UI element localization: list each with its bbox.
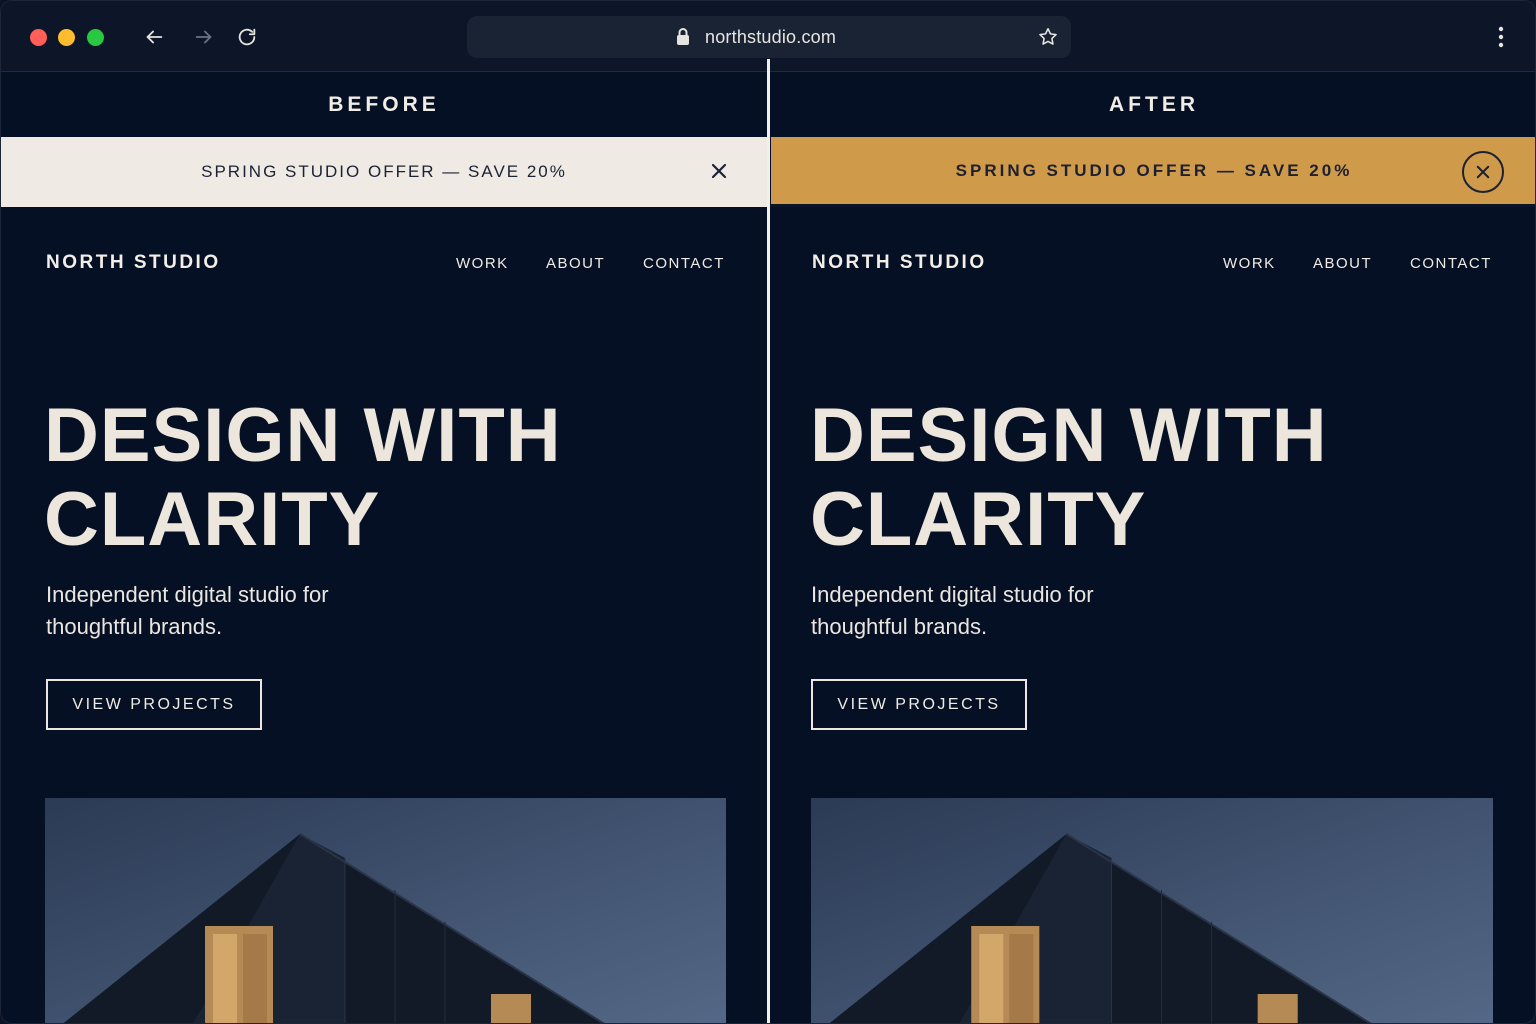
nav-link-about[interactable]: ABOUT — [1313, 255, 1372, 272]
window-minimize-button[interactable] — [58, 29, 75, 46]
hero-subtitle: Independent digital studio for thoughtfu… — [811, 582, 1094, 639]
lock-icon — [677, 28, 689, 45]
promo-banner: SPRING STUDIO OFFER — SAVE 20% — [1, 137, 767, 207]
nav-link-contact[interactable]: CONTACT — [1410, 255, 1492, 272]
nav-link-work[interactable]: WORK — [456, 255, 509, 272]
promo-banner-text: SPRING STUDIO OFFER — SAVE 20% — [955, 160, 1353, 180]
arrow-right-icon — [195, 30, 212, 44]
view-projects-button[interactable]: VIEW PROJECTS — [46, 679, 262, 730]
after-label: AFTER — [1109, 92, 1199, 116]
hero-title-line2: CLARITY — [810, 477, 1147, 562]
kebab-menu-icon[interactable] — [1489, 25, 1513, 49]
forward-button[interactable] — [190, 23, 218, 51]
star-icon[interactable] — [1037, 26, 1059, 48]
back-button[interactable] — [140, 23, 168, 51]
hero-title-line2: CLARITY — [44, 477, 381, 562]
reload-icon — [238, 28, 256, 46]
close-button[interactable] — [1462, 151, 1504, 193]
window-close-button[interactable] — [30, 29, 47, 46]
close-icon[interactable] — [707, 159, 731, 183]
after-pane: AFTER SPRING STUDIO OFFER — SAVE 20% NOR… — [771, 72, 1535, 1023]
hero-title-line1: DESIGN WITH — [44, 393, 562, 478]
nav-link-about[interactable]: ABOUT — [546, 255, 605, 272]
address-bar[interactable]: northstudio.com — [467, 16, 1071, 58]
hero-title: DESIGN WITH CLARITY — [44, 394, 562, 562]
url-text: northstudio.com — [705, 27, 837, 47]
site-logo[interactable]: NORTH STUDIO — [46, 252, 221, 274]
before-pane: BEFORE SPRING STUDIO OFFER — SAVE 20% NO… — [1, 72, 767, 1023]
hero-subtitle: Independent digital studio for thoughtfu… — [46, 582, 329, 639]
before-label: BEFORE — [328, 92, 440, 116]
reload-button[interactable] — [233, 23, 261, 51]
arrow-left-icon — [146, 30, 163, 44]
hero-title-line1: DESIGN WITH — [810, 393, 1328, 478]
site-logo[interactable]: NORTH STUDIO — [812, 252, 987, 274]
close-icon — [1476, 165, 1490, 179]
promo-banner: SPRING STUDIO OFFER — SAVE 20% — [771, 137, 1535, 207]
view-projects-button[interactable]: VIEW PROJECTS — [811, 679, 1027, 730]
window-maximize-button[interactable] — [87, 29, 104, 46]
hero-title: DESIGN WITH CLARITY — [810, 394, 1328, 562]
browser-window: northstudio.com BEFORE SPRING STUDIO OFF… — [0, 0, 1536, 1024]
comparison-divider[interactable] — [767, 59, 770, 1023]
promo-banner-text: SPRING STUDIO OFFER — SAVE 20% — [201, 162, 567, 181]
nav-link-contact[interactable]: CONTACT — [643, 255, 725, 272]
hero-image — [45, 798, 726, 1023]
hero-image — [811, 798, 1493, 1023]
nav-link-work[interactable]: WORK — [1223, 255, 1276, 272]
